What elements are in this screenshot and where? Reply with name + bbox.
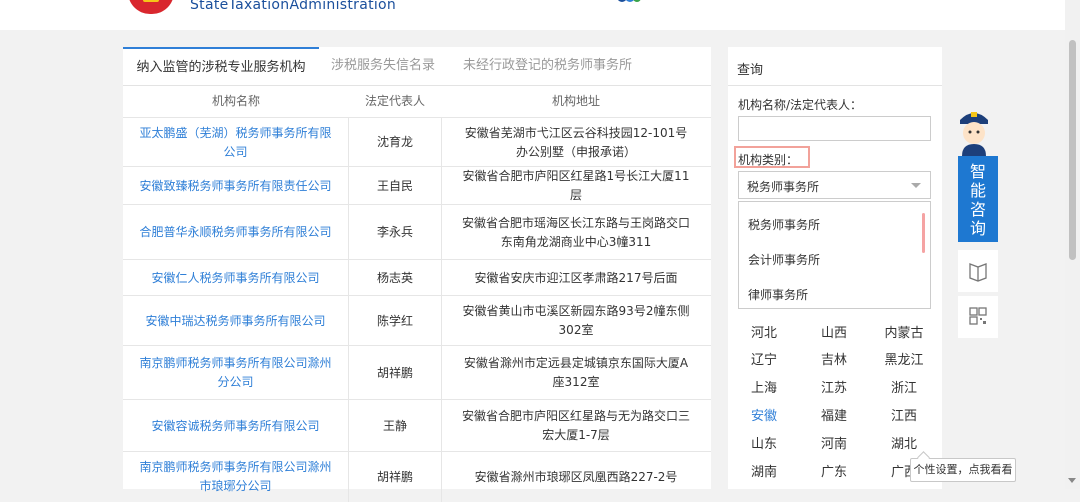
book-icon (969, 263, 987, 282)
org-address: 安徽省合肥市庐阳区红星路与无为路交口三宏大厦1-7层 (461, 409, 690, 442)
column-header-name: 机构名称 (211, 94, 260, 108)
personalize-tooltip[interactable]: 个性设置，点我看看 (910, 458, 1016, 482)
organization-list-panel: 纳入监管的涉税专业服务机构 涉税服务失信名录 未经行政登记的税务师事务所 机构名… (123, 47, 711, 502)
guide-button[interactable] (958, 250, 998, 292)
org-name-link[interactable]: 安徽容诚税务师事务所有限公司 (123, 400, 349, 452)
org-name-link[interactable]: 安徽中瑞达税务师事务所有限公司 (123, 296, 349, 346)
dropdown-option-accounting-firm[interactable]: 会计师事务所 (748, 251, 820, 268)
legal-representative: 李永兵 (349, 205, 442, 260)
org-address: 安徽省合肥市庐阳区红星路1号长江大厦11层 (462, 169, 690, 202)
legal-representative: 杨志英 (349, 260, 442, 296)
province-jiangsu[interactable]: 江苏 (808, 377, 860, 396)
table-row: 安徽中瑞达税务师事务所有限公司 陈学红 安徽省黄山市屯溪区新园东路93号2幢东侧… (123, 295, 711, 346)
legal-representative: 胡祥鹏 (349, 346, 442, 400)
tab-supervised-agencies[interactable]: 纳入监管的涉税专业服务机构 (123, 47, 319, 85)
org-name-link[interactable]: 合肥普华永顺税务师事务所有限公司 (123, 205, 349, 260)
qr-code-button[interactable] (958, 296, 998, 338)
page-scrollbar[interactable] (1065, 0, 1080, 489)
province-hunan[interactable]: 湖南 (738, 461, 790, 480)
table-row: 南京鹏师税务师事务所有限公司滁州分公司 胡祥鹏 安徽省滁州市定远县定城镇京东国际… (123, 345, 711, 400)
category-tabs: 纳入监管的涉税专业服务机构 涉税服务失信名录 未经行政登记的税务师事务所 (123, 47, 711, 86)
site-name-en: StateTaxationAdministration (190, 0, 397, 13)
org-name-link[interactable]: 南京鹏师税务师事务所有限公司滁州市琅琊分公司 (123, 452, 349, 502)
dropdown-option-tax-firm[interactable]: 税务师事务所 (748, 216, 820, 233)
smart-consult-button[interactable]: 智 能 咨 询 (958, 156, 998, 242)
table-row: 安徽仁人税务师事务所有限公司 杨志英 安徽省安庆市迎江区孝肃路217号后面 (123, 259, 711, 296)
name-or-representative-input[interactable] (738, 116, 931, 141)
province-shanghai[interactable]: 上海 (738, 377, 790, 396)
province-shandong[interactable]: 山东 (738, 433, 790, 452)
province-jiangxi[interactable]: 江西 (878, 405, 930, 424)
legal-representative: 王自民 (349, 167, 442, 205)
province-inner-mongolia[interactable]: 内蒙古 (878, 322, 930, 341)
chevron-down-icon (911, 183, 921, 188)
column-header-address: 机构地址 (551, 94, 600, 108)
column-header-representative: 法定代表人 (364, 94, 425, 108)
table-row: 南京鹏师税务师事务所有限公司滁州市琅琊分公司 胡祥鹏 安徽省滁州市琅琊区凤凰西路… (123, 451, 711, 502)
org-address: 安徽省黄山市屯溪区新园东路93号2幢东侧302室 (462, 304, 690, 337)
legal-representative: 陈学红 (349, 296, 442, 346)
legal-representative: 胡祥鹏 (349, 452, 442, 502)
org-type-selected-value: 税务师事务所 (747, 180, 820, 194)
province-jilin[interactable]: 吉林 (808, 349, 860, 368)
province-anhui[interactable]: 安徽 (738, 405, 790, 424)
tax-logo-icon (618, 0, 641, 2)
province-guangdong[interactable]: 广东 (808, 461, 860, 480)
legal-representative: 沈育龙 (349, 118, 442, 167)
consult-char: 能 (969, 181, 986, 200)
table-row: 合肥普华永顺税务师事务所有限公司 李永兵 安徽省合肥市瑶海区长江东路与王岗路交口… (123, 204, 711, 260)
org-name-link[interactable]: 亚太鹏盛（芜湖）税务师事务所有限公司 (123, 118, 349, 167)
page-scrollbar-thumb[interactable] (1069, 40, 1076, 260)
national-emblem-logo (128, 0, 174, 14)
name-field-label: 机构名称/法定代表人： (738, 98, 863, 112)
tab-dishonest-list[interactable]: 涉税服务失信名录 (331, 47, 435, 85)
table-row: 安徽容诚税务师事务所有限公司 王静 安徽省合肥市庐阳区红星路与无为路交口三宏大厦… (123, 399, 711, 452)
consult-char: 询 (969, 219, 986, 238)
table-row: 安徽致臻税务师事务所有限责任公司 王自民 安徽省合肥市庐阳区红星路1号长江大厦1… (123, 166, 711, 205)
query-header: 查询 (728, 47, 942, 86)
query-title: 查询 (737, 63, 764, 78)
province-zhejiang[interactable]: 浙江 (878, 377, 930, 396)
province-liaoning[interactable]: 辽宁 (738, 349, 790, 368)
province-fujian[interactable]: 福建 (808, 405, 860, 424)
dropdown-scrollbar[interactable] (922, 213, 925, 253)
province-hubei[interactable]: 湖北 (878, 433, 930, 452)
province-heilongjiang[interactable]: 黑龙江 (878, 349, 930, 368)
scroll-down-arrow-icon[interactable] (1068, 478, 1076, 483)
org-type-select[interactable]: 税务师事务所 (738, 171, 931, 199)
province-henan[interactable]: 河南 (808, 433, 860, 452)
type-field-label: 机构类别： (738, 153, 799, 167)
qr-code-icon (969, 307, 987, 325)
org-type-dropdown: 税务师事务所 会计师事务所 律师事务所 (738, 201, 931, 309)
site-header: StateTaxationAdministration (0, 0, 1080, 30)
org-name-link[interactable]: 南京鹏师税务师事务所有限公司滁州分公司 (123, 346, 349, 400)
tab-unregistered-firms[interactable]: 未经行政登记的税务师事务所 (463, 47, 632, 85)
org-address: 安徽省安庆市迎江区孝肃路217号后面 (474, 270, 678, 285)
province-hebei[interactable]: 河北 (738, 322, 790, 341)
org-address: 安徽省合肥市瑶海区长江东路与王岗路交口东南角龙湖商业中心3幢311 (461, 215, 690, 249)
org-address: 安徽省芜湖市弋江区云谷科技园12-101号办公别墅（申报承诺） (464, 125, 688, 159)
tax-officer-avatar-icon (960, 112, 988, 156)
table-row: 亚太鹏盛（芜湖）税务师事务所有限公司 沈育龙 安徽省芜湖市弋江区云谷科技园12-… (123, 117, 711, 167)
dropdown-option-law-firm[interactable]: 律师事务所 (748, 286, 808, 303)
query-panel: 查询 机构名称/法定代表人： 机构类别： 税务师事务所 税务师事务所 会计师事务… (728, 47, 942, 489)
consult-char: 咨 (969, 200, 986, 219)
org-name-link[interactable]: 安徽仁人税务师事务所有限公司 (123, 260, 349, 296)
table-header: 机构名称 法定代表人 机构地址 (123, 85, 711, 117)
consult-char: 智 (969, 162, 986, 181)
org-address: 安徽省滁州市定远县定城镇京东国际大厦A座312室 (463, 356, 689, 389)
legal-representative: 王静 (349, 400, 442, 452)
province-shanxi[interactable]: 山西 (808, 322, 860, 341)
org-address: 安徽省滁州市琅琊区凤凰西路227-2号 (474, 469, 678, 484)
org-name-link[interactable]: 安徽致臻税务师事务所有限责任公司 (123, 167, 349, 205)
